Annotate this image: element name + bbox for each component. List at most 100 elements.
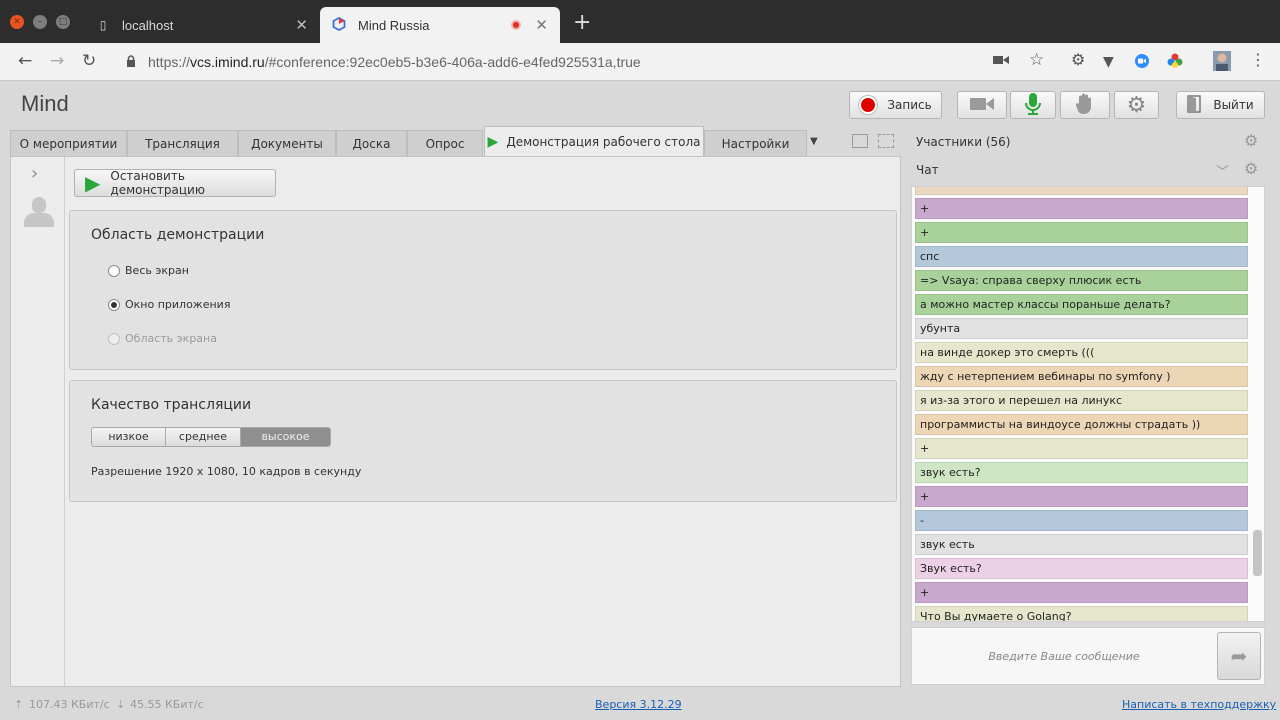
stop-demo-button[interactable]: ▶ Остановить демонстрацию [74, 169, 276, 197]
quality-selector: низкое среднее высокое [91, 427, 331, 447]
chat-message: + [915, 222, 1248, 243]
radio-app-window[interactable]: Окно приложения [108, 298, 230, 311]
record-button[interactable]: Запись [849, 91, 942, 119]
demo-panel: › ▶ Остановить демонстрацию Область демо… [10, 156, 901, 687]
extension-gear-icon[interactable]: ⚙ [1071, 51, 1085, 69]
tab-label: Доска [352, 136, 391, 151]
hand-icon [1075, 93, 1095, 118]
radio-circle[interactable] [108, 264, 120, 277]
chat-message: + [915, 582, 1248, 603]
new-tab-button[interactable]: + [573, 12, 591, 34]
chat-scrollbar[interactable] [1251, 187, 1264, 621]
conference-app: Mind Запись ⚙ Выйти О мероприятии Трансл… [0, 82, 1280, 720]
version-link[interactable]: Версия 3.12.29 [595, 698, 682, 711]
bookmark-star-icon[interactable]: ☆ [1029, 51, 1044, 69]
support-link[interactable]: Написать в техподдержку [1122, 698, 1276, 711]
window-mode-icon[interactable] [852, 134, 868, 148]
user-silhouette-icon [23, 197, 55, 229]
chat-message: - [915, 510, 1248, 531]
chat-messages: + + спс => Vsaya: справа сверху плюсик есть… [911, 186, 1265, 622]
chat-gear-icon[interactable]: ⚙ [1244, 159, 1258, 178]
section-title: Качество трансляции [91, 397, 252, 413]
camera-icon[interactable] [993, 53, 1009, 71]
chat-message: => Vsaya: справа сверху плюсик есть [915, 270, 1248, 291]
quality-low-button[interactable]: низкое [92, 428, 166, 446]
radio-circle[interactable] [108, 298, 120, 311]
fullscreen-icon[interactable] [878, 134, 894, 148]
back-icon[interactable]: ← [18, 51, 32, 71]
browser-tab-title: localhost [122, 17, 174, 33]
window-maximize-button[interactable]: □ [56, 15, 70, 29]
tab-whiteboard[interactable]: Доска [336, 130, 407, 156]
send-arrow-button[interactable]: ➦ [1217, 632, 1261, 680]
url-host: vcs.imind.ru [190, 54, 265, 70]
microphone-icon [1025, 92, 1041, 118]
chat-message: убунта [915, 318, 1248, 339]
expand-chevron-right-icon[interactable]: › [31, 163, 38, 184]
tab-label: Настройки [721, 136, 790, 151]
chat-collapse-chevron-down-icon[interactable]: ﹀ [1216, 161, 1229, 180]
chat-message: программисты на виндоусе должны страдать… [915, 414, 1248, 435]
quality-medium-button[interactable]: среднее [166, 428, 241, 446]
tab-about-event[interactable]: О мероприятии [10, 130, 127, 156]
browser-menu-icon[interactable]: ⋮ [1250, 51, 1266, 69]
zoom-extension-icon[interactable] [1134, 53, 1150, 74]
chat-header[interactable]: Чат [916, 163, 939, 177]
radio-circle [108, 332, 120, 345]
browser-tab-mind-russia[interactable]: Mind Russia ✕ [320, 7, 560, 43]
profile-avatar[interactable] [1213, 51, 1231, 76]
exit-button[interactable]: Выйти [1176, 91, 1265, 119]
chat-message: звук есть? [915, 462, 1248, 483]
url-path: /#conference:92ec0eb5-b3e6-406a-add6-e4f… [264, 54, 641, 70]
participants-gear-icon[interactable]: ⚙ [1244, 131, 1258, 150]
forward-icon[interactable]: → [50, 51, 64, 71]
chat-message: жду с нетерпением вебинары по symfony ) [915, 366, 1248, 387]
raise-hand-button[interactable] [1060, 91, 1110, 119]
quality-section: Качество трансляции низкое среднее высок… [69, 380, 897, 502]
recording-indicator-icon [511, 20, 522, 30]
resolution-text: Разрешение 1920 x 1080, 10 кадров в секу… [91, 465, 362, 478]
color-extension-icon[interactable] [1167, 53, 1183, 74]
tab-label: Опрос [425, 136, 465, 151]
participants-strip: › [11, 157, 65, 686]
window-minimize-button[interactable]: – [33, 15, 47, 29]
lock-icon [126, 54, 136, 70]
radio-label: Окно приложения [125, 298, 231, 311]
door-exit-icon [1187, 94, 1202, 116]
camera-toggle-button[interactable] [957, 91, 1007, 119]
quality-high-button[interactable]: высокое [241, 428, 330, 446]
gear-icon: ⚙ [1126, 92, 1147, 118]
close-icon[interactable]: ✕ [295, 16, 308, 34]
tabs-more-chevron-down-icon[interactable]: ▼ [810, 136, 818, 147]
tab-settings[interactable]: Настройки [704, 130, 807, 156]
chat-input-placeholder[interactable]: Введите Ваше сообщение [912, 650, 1216, 663]
browser-tab-title: Mind Russia [358, 17, 430, 33]
reload-icon[interactable]: ↻ [82, 51, 96, 71]
chat-message: + [915, 486, 1248, 507]
extension-v-icon[interactable]: ▼ [1103, 53, 1114, 71]
browser-tab-localhost[interactable]: ▯ localhost ✕ [84, 7, 320, 43]
stop-demo-label: Остановить демонстрацию [110, 169, 205, 197]
tab-broadcast[interactable]: Трансляция [127, 130, 238, 156]
microphone-toggle-button[interactable] [1010, 91, 1056, 119]
play-icon: ▶ [487, 133, 499, 150]
address-bar[interactable]: https://vcs.imind.ru/#conference:92ec0eb… [116, 47, 976, 77]
chat-message: + [915, 438, 1248, 459]
participants-header[interactable]: Участники (56) [916, 135, 1010, 149]
browser-toolbar: ← → ↻ https://vcs.imind.ru/#conference:9… [0, 43, 1280, 81]
radio-label: Весь экран [125, 264, 189, 277]
tab-documents[interactable]: Документы [238, 130, 336, 156]
download-rate: 45.55 КБит/с [130, 698, 204, 711]
close-icon[interactable]: ✕ [535, 16, 548, 34]
tab-desktop-demo[interactable]: ▶ Демонстрация рабочего стола [484, 126, 704, 156]
chat-message: Звук есть? [915, 558, 1248, 579]
scrollbar-thumb[interactable] [1253, 530, 1262, 576]
settings-button[interactable]: ⚙ [1114, 91, 1159, 119]
chat-input-area[interactable]: Введите Ваше сообщение ➦ [911, 627, 1265, 685]
page-icon: ▯ [99, 18, 107, 32]
exit-label: Выйти [1213, 98, 1254, 112]
record-icon [859, 96, 878, 114]
window-close-button[interactable]: ✕ [10, 15, 24, 29]
tab-poll[interactable]: Опрос [407, 130, 483, 156]
radio-full-screen[interactable]: Весь экран [108, 264, 189, 277]
